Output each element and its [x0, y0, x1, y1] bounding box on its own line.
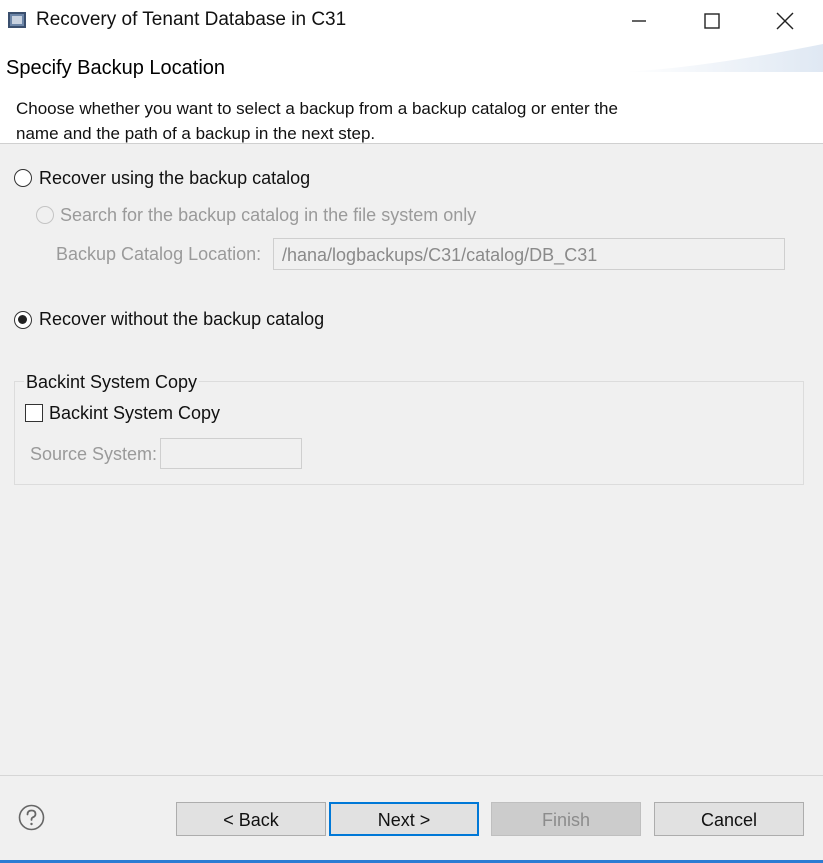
no-catalog-radio[interactable]	[14, 311, 32, 329]
title-bar: Recovery of Tenant Database in C31	[0, 0, 823, 42]
close-icon	[776, 12, 794, 30]
maximize-icon	[704, 13, 720, 29]
database-app-icon	[8, 12, 26, 28]
filesystem-radio-label[interactable]: Search for the backup catalog in the fil…	[60, 205, 476, 226]
maximize-button[interactable]	[677, 0, 747, 42]
next-button[interactable]: Next >	[329, 802, 479, 836]
radio-selected-dot	[18, 315, 27, 324]
wizard-header: Specify Backup Location Choose whether y…	[0, 42, 823, 143]
backint-group-title: Backint System Copy	[24, 372, 200, 393]
backint-checkbox-label[interactable]: Backint System Copy	[49, 403, 220, 424]
no-catalog-radio-label[interactable]: Recover without the backup catalog	[39, 309, 324, 330]
close-button[interactable]	[750, 0, 820, 42]
source-system-label: Source System:	[30, 444, 158, 464]
catalog-location-input[interactable]: /hana/logbackups/C31/catalog/DB_C31	[273, 238, 785, 270]
back-button[interactable]: < Back	[176, 802, 326, 836]
page-title: Specify Backup Location	[6, 57, 226, 79]
cancel-button[interactable]: Cancel	[654, 802, 804, 836]
catalog-radio-label[interactable]: Recover using the backup catalog	[39, 168, 310, 189]
catalog-radio[interactable]	[14, 169, 32, 187]
page-description: Choose whether you want to select a back…	[16, 99, 618, 143]
wizard-footer: < Back Next > Finish Cancel	[0, 776, 823, 863]
minimize-icon	[632, 20, 646, 22]
filesystem-radio[interactable]	[36, 206, 54, 224]
minimize-button[interactable]	[604, 0, 674, 42]
finish-button[interactable]: Finish	[491, 802, 641, 836]
backint-checkbox[interactable]	[25, 404, 43, 422]
catalog-location-label: Backup Catalog Location:	[56, 244, 262, 264]
window-title: Recovery of Tenant Database in C31	[36, 9, 347, 30]
backint-group	[14, 381, 804, 485]
header-banner-graphic	[623, 44, 823, 72]
wizard-content: Recover using the backup catalog Search …	[0, 144, 823, 775]
help-icon[interactable]	[18, 804, 45, 831]
source-system-input[interactable]	[160, 438, 302, 469]
